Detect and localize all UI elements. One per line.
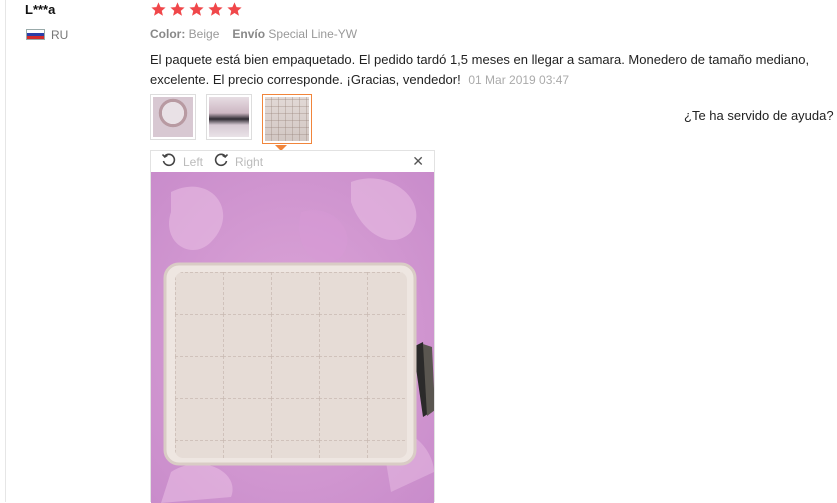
helpful-question[interactable]: ¿Te ha servido de ayuda? — [684, 108, 834, 123]
shipping-label: Envío — [232, 27, 266, 41]
rotate-left-button[interactable]: Left — [161, 152, 203, 171]
wallet-front-image — [265, 97, 309, 141]
reviewer-country: RU — [51, 28, 69, 42]
photo-viewer: Left Right ✕ — [150, 150, 435, 503]
star-rating — [150, 1, 243, 18]
wallet-open-image — [153, 97, 193, 137]
viewer-toolbar: Left Right ✕ — [151, 151, 434, 172]
star-icon — [169, 1, 186, 18]
photo-thumbnails — [150, 94, 312, 144]
star-icon — [207, 1, 224, 18]
review-date: 01 Mar 2019 03:47 — [468, 73, 570, 87]
rotate-right-label: Right — [235, 154, 264, 169]
rotate-right-button[interactable]: Right — [213, 152, 263, 171]
enlarged-photo — [151, 172, 434, 503]
thumbnail-photo-2[interactable] — [206, 94, 252, 140]
review-body: El paquete está bien empaquetado. El ped… — [150, 50, 837, 90]
thumbnail-photo-1[interactable] — [150, 94, 196, 140]
color-value: Beige — [188, 27, 220, 41]
product-attributes: Color: Beige Envío Special Line-YW — [150, 27, 357, 41]
color-label: Color: — [150, 27, 186, 41]
rotate-left-icon — [161, 152, 183, 171]
thumbnail-photo-3[interactable] — [262, 94, 312, 144]
close-icon[interactable]: ✕ — [412, 154, 424, 168]
rotate-right-icon — [213, 152, 235, 171]
left-divider — [5, 0, 6, 502]
star-icon — [188, 1, 205, 18]
star-icon — [226, 1, 243, 18]
shipping-value: Special Line-YW — [268, 27, 358, 41]
star-icon — [150, 1, 167, 18]
wallet-inside-image — [209, 97, 249, 137]
russia-flag-icon — [26, 29, 45, 40]
rotate-left-label: Left — [183, 154, 204, 169]
reviewer-name: L***a — [25, 2, 56, 17]
